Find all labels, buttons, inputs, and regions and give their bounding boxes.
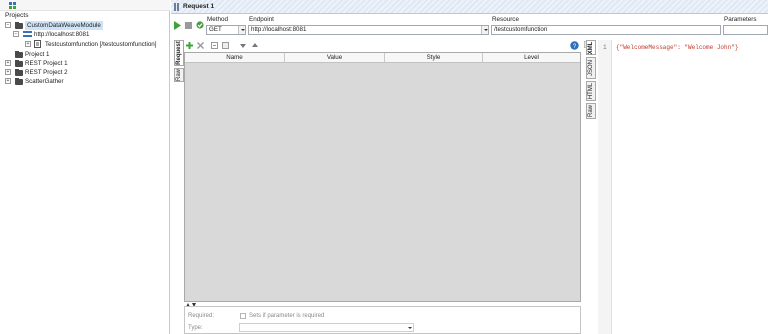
delete-icon[interactable] [197,42,204,49]
projects-heading: Projects [5,12,29,19]
folder-icon [15,51,23,58]
tree-item-label: http://localhost:8081 [34,31,90,38]
navigator-toolbar [0,0,170,11]
endpoint-label: Endpoint [249,16,274,23]
method-select[interactable]: GET [206,25,246,35]
expand-icon[interactable]: + [5,69,11,75]
chevron-down-icon[interactable] [481,26,488,34]
column-name[interactable]: Name [185,53,285,63]
tab-xml[interactable]: XML [586,40,596,55]
tree-item-testcustomfunction[interactable]: + Testcustomfunction [/testcustomfunctio… [24,40,170,49]
tab-raw-response[interactable]: Raw [586,103,596,119]
tree-item-rest-project-1[interactable]: + REST Project 1 [4,59,164,68]
column-value[interactable]: Value [285,53,385,63]
parameters-field[interactable] [723,25,768,35]
chevron-down-icon[interactable] [238,26,245,34]
endpoint-value: http://localhost:8081 [251,26,307,33]
folder-icon [15,69,23,76]
tree-item-label: CustomDataWeaveModule [25,21,103,30]
copy-icon[interactable] [222,42,229,49]
tree-item-rest-project-2[interactable]: + REST Project 2 [4,68,164,77]
expand-icon[interactable]: + [5,78,11,84]
move-icon[interactable] [211,42,218,49]
move-down-icon[interactable] [240,44,246,48]
resource-label: Resource [492,16,519,23]
collapse-icon[interactable]: − [5,22,11,28]
column-level[interactable]: Level [483,53,580,63]
collapse-icon[interactable]: − [13,31,19,37]
request-title: Request 1 [183,3,215,10]
folder-icon [15,22,23,29]
check-icon[interactable] [196,21,204,29]
line-number-gutter [598,40,612,334]
tree-item-label: ScatterGather [25,78,64,85]
tree-item-customdataweavemodule[interactable]: − CustomDataWeaveModule [4,21,164,30]
tree-item-label: Testcustomfunction [/testcustomfunction] [45,41,157,48]
help-icon[interactable]: ? [570,41,579,50]
run-icon[interactable] [174,21,181,30]
parameters-label: Parameters [724,16,757,23]
parameters-table[interactable] [184,52,581,302]
folder-icon [15,60,23,67]
type-select[interactable] [239,323,414,332]
parameters-table-header: Name Value Style Level [185,53,580,63]
grid-view-icon[interactable] [9,2,17,9]
resource-value: /testcustomfunction [494,26,548,33]
tree-item-label: REST Project 1 [25,60,68,67]
tree-item-label: REST Project 2 [25,69,68,76]
expand-icon[interactable]: + [5,60,11,66]
endpoint-field[interactable]: http://localhost:8081 [248,25,489,35]
tab-raw[interactable]: Raw [174,68,184,82]
add-icon[interactable] [186,42,193,49]
chevron-down-icon[interactable] [406,324,413,331]
resource-field[interactable]: /testcustomfunction [491,25,721,35]
service-icon [23,31,32,38]
move-up-icon[interactable] [252,43,258,47]
response-content: {"WelcomeMessage": "Welcome John"} [616,44,739,51]
tree-item-project-1[interactable]: Project 1 [4,50,164,59]
request-icon [174,3,180,11]
line-number: 1 [603,44,607,51]
tree-item-localhost[interactable]: − http://localhost:8081 [12,30,162,39]
tab-request[interactable]: Request [174,40,184,66]
request-title-bar [171,0,768,14]
folder-icon [15,78,23,85]
tab-json[interactable]: JSON [586,57,596,79]
tree-item-scattergather[interactable]: + ScatterGather [4,77,164,86]
stop-icon[interactable] [185,22,192,29]
required-hint: Sets if parameter is required [249,313,325,319]
response-editor[interactable] [598,40,768,334]
column-style[interactable]: Style [385,53,483,63]
required-checkbox[interactable] [240,313,246,319]
required-label: Required: [188,313,215,319]
tab-html[interactable]: HTML [586,81,596,101]
tree-item-label: Project 1 [25,51,50,58]
expand-icon[interactable]: + [25,41,31,47]
resource-icon [34,40,41,48]
type-label: Type: [188,325,203,331]
method-value: GET [209,26,222,33]
method-label: Method [207,16,229,23]
